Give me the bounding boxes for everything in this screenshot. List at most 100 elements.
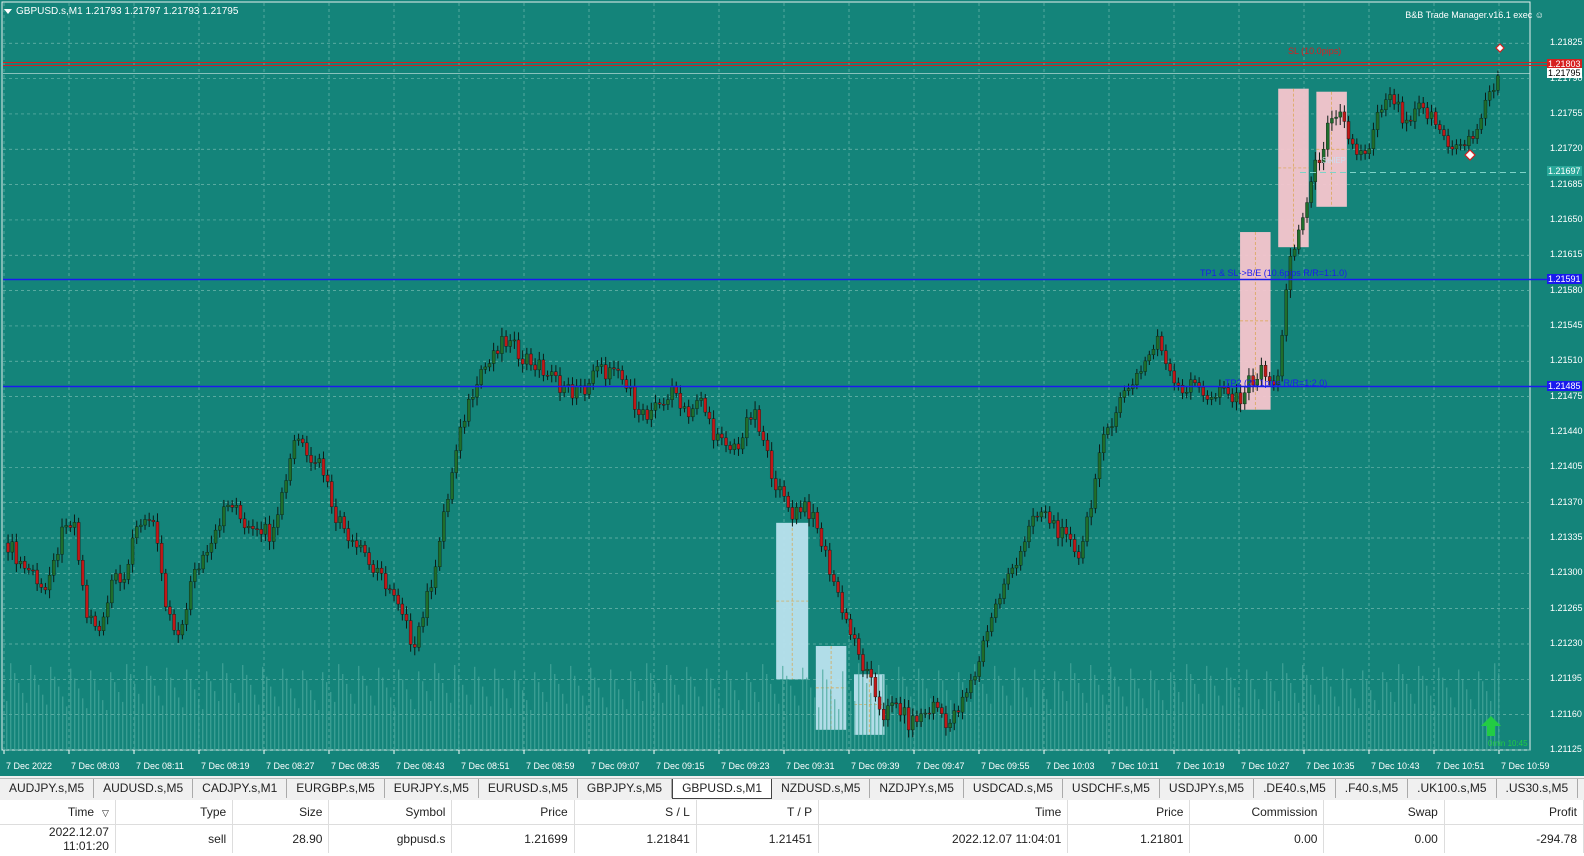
bull-candle: [350, 540, 355, 542]
bear-candle: [1446, 135, 1450, 147]
bear-candle: [172, 614, 176, 631]
bull-candle: [1309, 181, 1313, 203]
column-header-price[interactable]: Price: [451, 800, 575, 825]
volume-bar: [1022, 687, 1024, 750]
bull-candle: [446, 499, 450, 512]
bull-candle: [960, 696, 965, 713]
volume-bar: [338, 664, 340, 750]
column-header-type[interactable]: Type: [115, 800, 234, 825]
bull-candle: [682, 406, 687, 409]
tab-nzdjpy-s-m5[interactable]: NZDJPY.s,M5: [870, 779, 964, 798]
bull-candle: [1326, 122, 1330, 150]
volume-bar: [982, 683, 984, 750]
volume-bar: [422, 681, 424, 750]
time-tick-label: 7 Dec 10:11: [1111, 761, 1159, 771]
tab-audjpy-s-m5[interactable]: AUDJPY.s,M5: [0, 779, 95, 798]
bull-candle: [1184, 392, 1189, 394]
bull-candle: [105, 602, 110, 618]
bear-candle: [413, 644, 417, 648]
tab-uk100-s-m5[interactable]: .UK100.s,M5: [1408, 779, 1497, 798]
volume-bar: [874, 702, 876, 750]
bull-candle: [1218, 386, 1222, 398]
volume-bar: [1066, 701, 1068, 750]
volume-bar: [130, 674, 132, 750]
tab-f40-s-m5[interactable]: .F40.s,M5: [1336, 779, 1409, 798]
tab-eurgbp-s-m5[interactable]: EURGBP.s,M5: [287, 779, 385, 798]
volume-bar: [530, 710, 532, 750]
volume-bar: [438, 673, 440, 750]
column-header-time[interactable]: Time ▽: [0, 800, 116, 825]
column-header-profit[interactable]: Profit: [1444, 800, 1584, 825]
price-tick-label: 1.21335: [1550, 531, 1583, 542]
volume-bar: [402, 679, 404, 750]
column-header-price[interactable]: Price: [1067, 800, 1191, 825]
column-header-commission[interactable]: Commission: [1189, 800, 1325, 825]
volume-bar: [542, 692, 544, 750]
bear-candle: [251, 526, 255, 529]
volume-bar: [1410, 693, 1412, 750]
column-header-symbol[interactable]: Symbol: [328, 800, 453, 825]
bull-candle: [130, 537, 135, 565]
column-header-sl[interactable]: S / L: [574, 800, 697, 825]
bull-candle: [1106, 427, 1110, 435]
tab-eurusd-s-m5[interactable]: EURUSD.s,M5: [479, 779, 578, 798]
bull-candle: [1097, 452, 1102, 479]
volume-bar: [670, 674, 672, 750]
column-header-size[interactable]: Size: [232, 800, 330, 825]
tab-gbpjpy-s-m5[interactable]: GBPJPY.s,M5: [578, 779, 673, 798]
bull-candle: [1243, 392, 1247, 405]
tab-gbpusd-s-m1[interactable]: GBPUSD.s,M1: [672, 779, 773, 799]
bear-candle: [1238, 392, 1243, 405]
volume-bar: [170, 677, 172, 750]
volume-bar: [654, 683, 656, 750]
column-header-label: Price: [540, 805, 568, 819]
volume-bar: [1150, 670, 1152, 750]
volume-bar: [1338, 706, 1340, 750]
volume-bar: [558, 683, 560, 750]
bull-candle: [1396, 101, 1401, 105]
bull-candle: [649, 410, 654, 420]
tab-audusd-s-m5[interactable]: AUDUSD.s,M5: [94, 779, 194, 798]
bear-candle: [1072, 539, 1077, 553]
tab-u[interactable]: .U: [1578, 779, 1584, 798]
volume-bar: [374, 705, 376, 750]
volume-bar: [750, 682, 752, 750]
tab-cadjpy-s-m1[interactable]: CADJPY.s,M1: [193, 779, 288, 798]
price-tick-label: 1.21580: [1550, 284, 1583, 295]
symbol-header: GBPUSD.s,M1 1.21793 1.21797 1.21793 1.21…: [4, 6, 238, 17]
bull-candle: [973, 676, 977, 681]
bull-candle: [197, 568, 201, 571]
bear-candle: [147, 519, 151, 521]
tab-usdchf-s-m5[interactable]: USDCHF.s,M5: [1063, 779, 1160, 798]
column-header-swap[interactable]: Swap: [1323, 800, 1445, 825]
bull-candle: [122, 579, 126, 583]
volume-bar: [190, 679, 192, 750]
tp2-level-label: TP2 (21.1pips R/R=1:2.0): [1225, 378, 1328, 388]
volume-bar: [694, 686, 696, 750]
volume-bar: [794, 695, 796, 750]
column-header-tp[interactable]: T / P: [696, 800, 820, 825]
tab-usdcad-s-m5[interactable]: USDCAD.s,M5: [964, 779, 1063, 798]
volume-bar: [1250, 679, 1252, 750]
tab-us30-s-m5[interactable]: .US30.s,M5: [1497, 779, 1579, 798]
volume-bar: [754, 692, 756, 750]
time-tick-label: 7 Dec 08:11: [136, 761, 184, 771]
volume-bar: [178, 697, 180, 750]
volume-bar: [98, 690, 100, 750]
bull-candle: [280, 492, 284, 515]
collapse-triangle-icon[interactable]: [4, 8, 12, 14]
column-header-time[interactable]: Time: [818, 800, 1069, 825]
table-row[interactable]: 2022.12.07 11:01:20 sell 28.90 gbpusd.s 1.21…: [0, 824, 1584, 853]
tab-de40-s-m5[interactable]: .DE40.s,M5: [1254, 779, 1336, 798]
tab-eurjpy-s-m5[interactable]: EURJPY.s,M5: [385, 779, 479, 798]
bull-candle: [508, 340, 512, 347]
bull-candle: [695, 400, 699, 409]
tab-nzdusd-s-m5[interactable]: NZDUSD.s,M5: [772, 779, 871, 798]
price-chart[interactable]: [0, 0, 1584, 776]
volume-bar: [1274, 691, 1276, 750]
chart-area[interactable]: GBPUSD.s,M1 1.21793 1.21797 1.21793 1.21…: [0, 0, 1584, 776]
bear-candle: [97, 625, 102, 631]
tab-usdjpy-s-m5[interactable]: USDJPY.s,M5: [1160, 779, 1255, 798]
volume-bar: [1034, 669, 1036, 750]
bear-candle: [496, 350, 500, 354]
